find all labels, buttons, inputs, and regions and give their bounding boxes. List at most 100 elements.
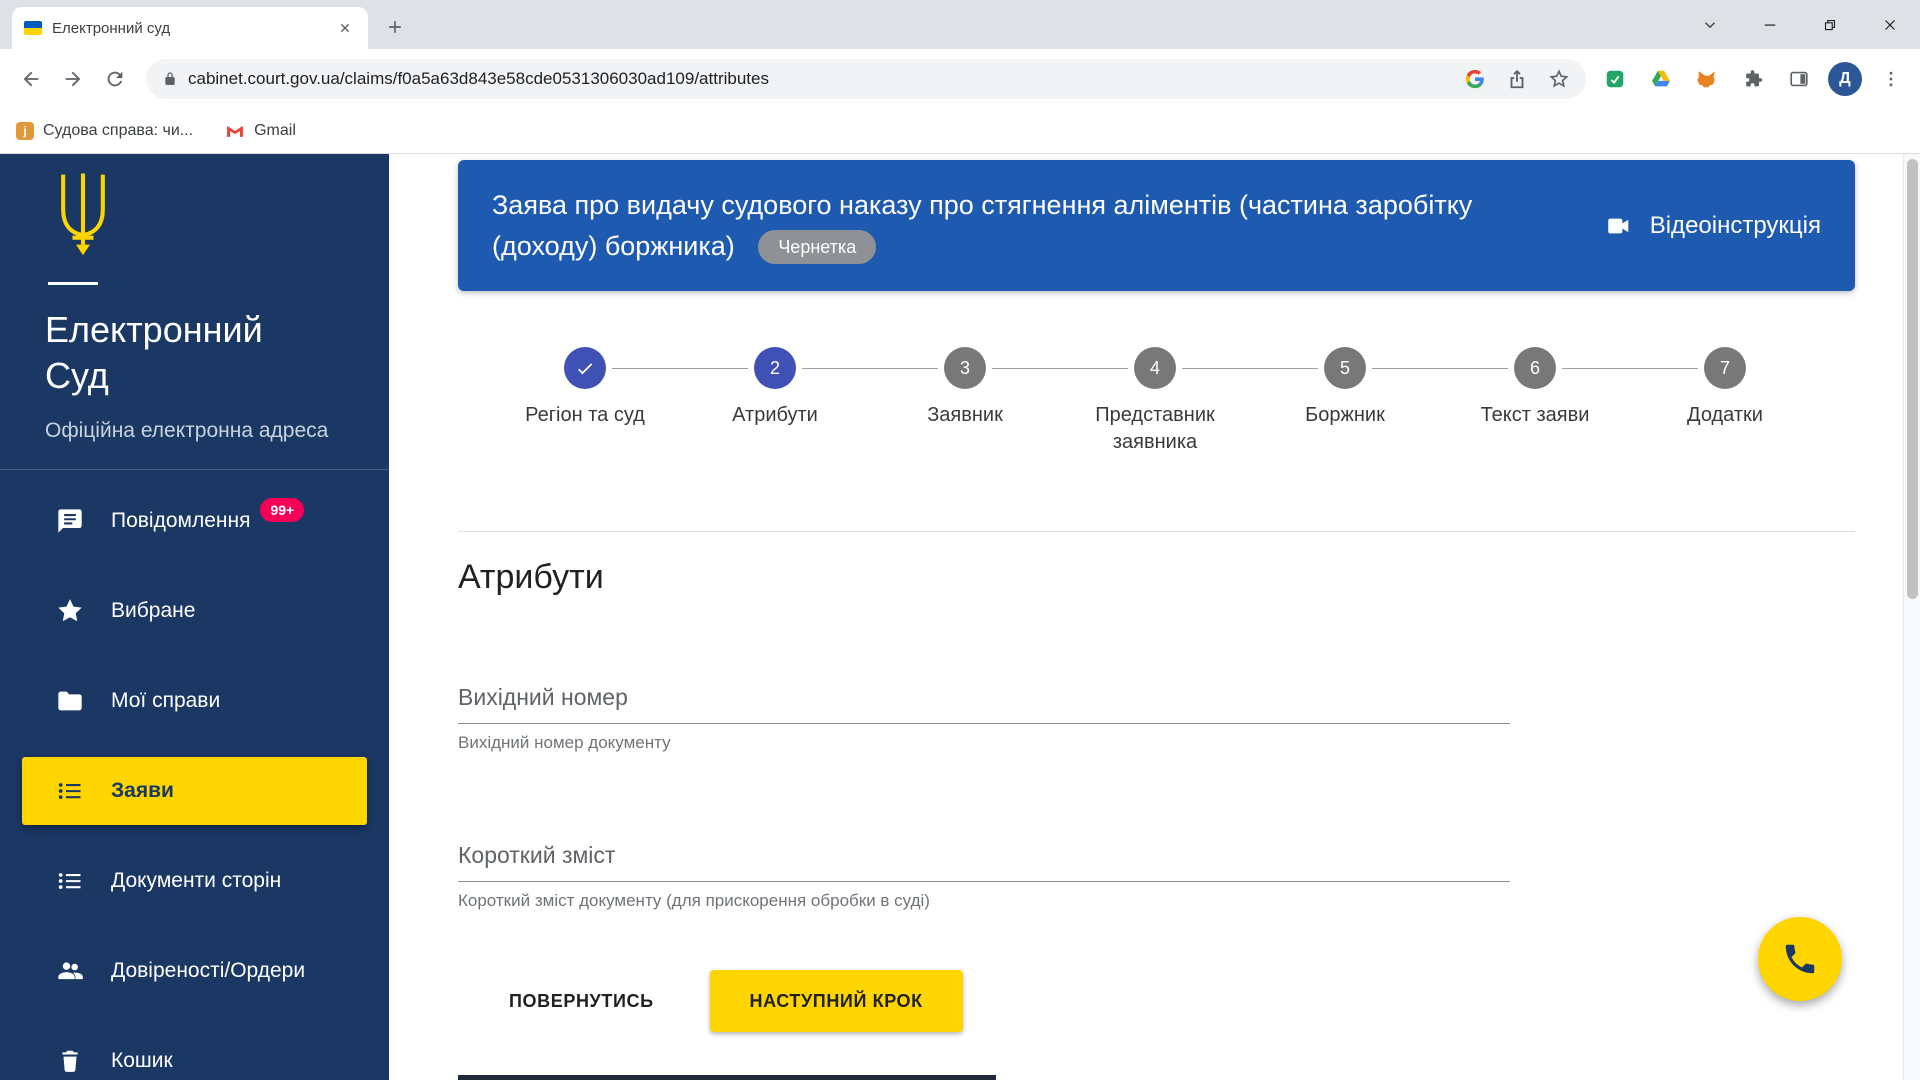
sidebar-item-label: Документи сторін <box>111 869 281 893</box>
step-connector <box>802 368 938 369</box>
video-instruction-label: Відеоінструкція <box>1650 212 1821 240</box>
sidebar-item-label: Повідомлення <box>111 509 250 533</box>
extension-icon-green[interactable] <box>1596 60 1634 98</box>
close-button[interactable] <box>1860 0 1920 49</box>
step-applicant[interactable]: 3 Заявник <box>870 347 1060 456</box>
side-panel-icon[interactable] <box>1780 60 1818 98</box>
trash-icon <box>55 1046 85 1076</box>
profile-avatar[interactable]: Д <box>1826 60 1864 98</box>
step-connector <box>612 368 748 369</box>
sidebar-item-label: Кошик <box>111 1049 173 1073</box>
sidebar-item-my-cases[interactable]: Мої справи <box>0 656 389 746</box>
page-scrollbar[interactable] <box>1903 154 1920 1080</box>
field-helper-text: Вихідний номер документу <box>458 733 1510 753</box>
claim-header-banner: Заява про видачу судового наказу про стя… <box>458 160 1855 291</box>
browser-menu-icon[interactable] <box>1872 60 1910 98</box>
step-circle[interactable]: 4 <box>1134 347 1176 389</box>
app-subtitle: Офіційна електронна адреса <box>45 419 389 443</box>
trident-logo <box>48 170 389 266</box>
drive-icon[interactable] <box>1642 60 1680 98</box>
sidebar-item-label: Вибране <box>111 599 195 623</box>
back-step-button[interactable]: ПОВЕРНУТИСЬ <box>485 971 678 1032</box>
footer-edge <box>458 1075 996 1080</box>
reload-button[interactable] <box>94 58 136 100</box>
tab-strip: Електронний суд <box>0 0 1920 49</box>
lock-icon <box>162 71 178 87</box>
bookmark-court-case[interactable]: j Судова справа: чи... <box>16 122 193 140</box>
message-icon <box>55 506 85 536</box>
forward-button[interactable] <box>52 58 94 100</box>
google-icon[interactable] <box>1464 68 1486 90</box>
tab-search-chevron-icon[interactable] <box>1680 0 1740 49</box>
sidebar: Електронний Суд Офіційна електронна адре… <box>0 154 389 1080</box>
restore-button[interactable] <box>1800 0 1860 49</box>
step-region-court[interactable]: Регіон та суд <box>490 347 680 456</box>
logo-underline <box>48 282 98 285</box>
browser-toolbar: cabinet.court.gov.ua/claims/f0a5a63d843e… <box>0 49 1920 108</box>
step-circle[interactable]: 5 <box>1324 347 1366 389</box>
step-attributes[interactable]: 2 Атрибути <box>680 347 870 456</box>
progress-stepper: Регіон та суд 2 Атрибути 3 Заявник 4 Пре… <box>490 347 1820 456</box>
step-debtor[interactable]: 5 Боржник <box>1250 347 1440 456</box>
step-claim-text[interactable]: 6 Текст заяви <box>1440 347 1630 456</box>
tab-close-icon[interactable] <box>334 17 356 39</box>
share-icon[interactable] <box>1506 68 1528 90</box>
step-number: 2 <box>770 358 780 379</box>
form-actions: ПОВЕРНУТИСЬ НАСТУПНИЙ КРОК <box>485 970 963 1032</box>
documents-list-icon <box>55 866 85 896</box>
step-circle[interactable]: 3 <box>944 347 986 389</box>
step-circle-done[interactable] <box>564 347 606 389</box>
step-label: Атрибути <box>732 402 818 429</box>
sidebar-item-claims[interactable]: Заяви <box>22 757 367 825</box>
app-content: Електронний Суд Офіційна електронна адре… <box>0 154 1920 1080</box>
phone-support-button[interactable] <box>1758 917 1842 1001</box>
sidebar-item-favorites[interactable]: Вибране <box>0 566 389 656</box>
video-camera-icon <box>1600 213 1636 239</box>
unread-count-badge: 99+ <box>260 498 304 522</box>
step-connector <box>1372 368 1508 369</box>
sidebar-divider <box>0 469 389 470</box>
outgoing-number-field: Вихідний номер документу <box>458 678 1510 753</box>
short-summary-input[interactable] <box>458 836 1510 882</box>
metamask-fox-icon[interactable] <box>1688 60 1726 98</box>
next-step-button[interactable]: НАСТУПНИЙ КРОК <box>710 970 963 1032</box>
step-attachments[interactable]: 7 Додатки <box>1630 347 1820 456</box>
new-tab-button[interactable] <box>378 10 412 44</box>
step-circle-active[interactable]: 2 <box>754 347 796 389</box>
back-button[interactable] <box>10 58 52 100</box>
step-circle[interactable]: 7 <box>1704 347 1746 389</box>
gmail-icon <box>225 121 245 141</box>
url-text: cabinet.court.gov.ua/claims/f0a5a63d843e… <box>188 69 1452 89</box>
step-label: Боржник <box>1305 402 1385 429</box>
sidebar-item-messages[interactable]: Повідомлення 99+ <box>0 476 389 566</box>
step-connector <box>1182 368 1318 369</box>
sidebar-item-label: Заяви <box>111 779 174 803</box>
status-badge: Чернетка <box>758 230 876 264</box>
avatar-initial: Д <box>1828 62 1862 96</box>
field-helper-text: Короткий зміст документу (для прискоренн… <box>458 891 1510 911</box>
app-title: Електронний Суд <box>45 307 335 399</box>
browser-window: Електронний суд <box>0 0 1920 1080</box>
tab-title: Електронний суд <box>52 20 334 37</box>
browser-tab[interactable]: Електронний суд <box>12 7 368 49</box>
scrollbar-thumb[interactable] <box>1907 159 1918 599</box>
bookmark-star-icon[interactable] <box>1548 68 1570 90</box>
step-representative[interactable]: 4 Представник заявника <box>1060 347 1250 456</box>
bookmark-gmail[interactable]: Gmail <box>225 121 296 141</box>
sidebar-item-trash[interactable]: Кошик <box>0 1016 389 1080</box>
sidebar-item-party-documents[interactable]: Документи сторін <box>0 836 389 926</box>
bookmarks-bar: j Судова справа: чи... Gmail <box>0 108 1920 154</box>
step-label: Текст заяви <box>1481 402 1590 429</box>
minimize-button[interactable] <box>1740 0 1800 49</box>
outgoing-number-input[interactable] <box>458 678 1510 724</box>
folder-icon <box>55 686 85 716</box>
step-number: 5 <box>1340 358 1350 379</box>
divider <box>458 531 1855 532</box>
sidebar-item-powers-of-attorney[interactable]: Довіреності/Ордери <box>0 926 389 1016</box>
address-bar[interactable]: cabinet.court.gov.ua/claims/f0a5a63d843e… <box>146 59 1586 99</box>
step-circle[interactable]: 6 <box>1514 347 1556 389</box>
step-number: 6 <box>1530 358 1540 379</box>
extensions-puzzle-icon[interactable] <box>1734 60 1772 98</box>
video-instruction-link[interactable]: Відеоінструкція <box>1600 212 1821 240</box>
main-content: Заява про видачу судового наказу про стя… <box>389 154 1920 1080</box>
